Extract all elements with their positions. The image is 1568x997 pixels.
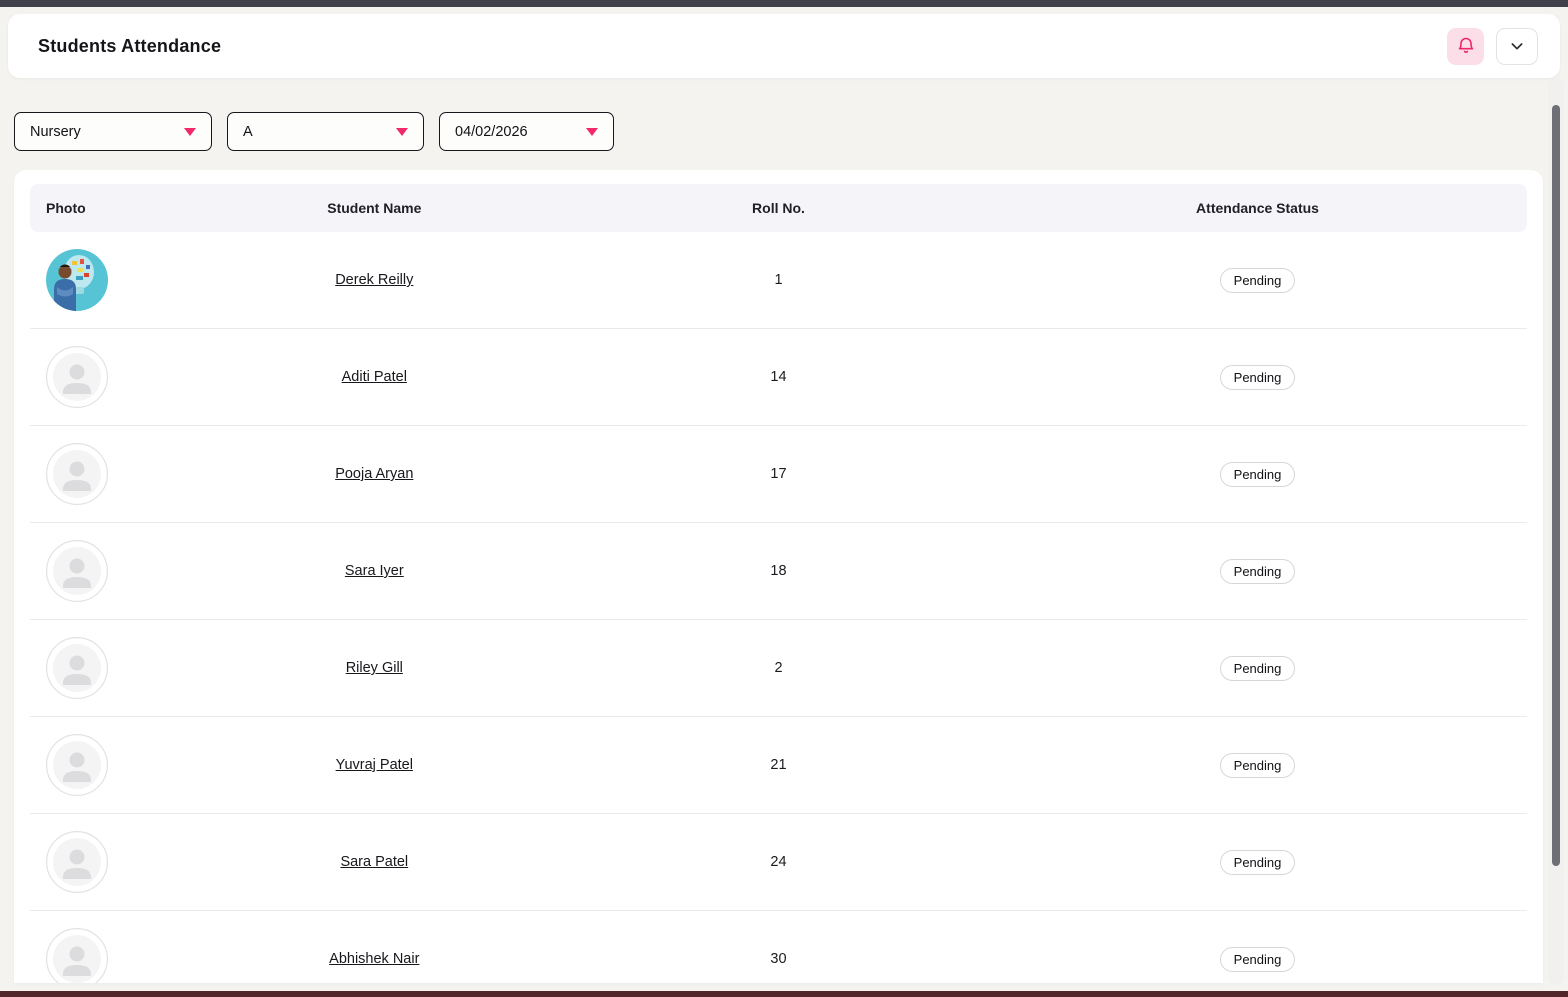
table-row: Derek Reilly 1 Pending bbox=[30, 232, 1527, 329]
class-select-value: Nursery bbox=[30, 124, 81, 140]
status-badge[interactable]: Pending bbox=[1220, 947, 1296, 972]
dropdown-arrow-icon bbox=[586, 128, 598, 136]
photo-cell bbox=[30, 928, 180, 983]
table-row: Pooja Aryan 17 Pending bbox=[30, 426, 1527, 523]
roll-no-cell: 21 bbox=[569, 757, 988, 773]
roll-no-cell: 17 bbox=[569, 466, 988, 482]
photo-cell bbox=[30, 540, 180, 602]
photo-cell bbox=[30, 831, 180, 893]
bell-icon bbox=[1456, 36, 1476, 56]
student-name-cell: Derek Reilly bbox=[180, 272, 569, 288]
avatar-placeholder bbox=[46, 346, 180, 408]
student-name-cell: Aditi Patel bbox=[180, 369, 569, 385]
avatar-placeholder bbox=[46, 831, 180, 893]
avatar-placeholder bbox=[46, 928, 180, 983]
student-name-cell: Riley Gill bbox=[180, 660, 569, 676]
attendance-status-cell: Pending bbox=[988, 365, 1527, 390]
student-name-link[interactable]: Pooja Aryan bbox=[335, 466, 413, 482]
student-name-cell: Yuvraj Patel bbox=[180, 757, 569, 773]
photo-cell bbox=[30, 443, 180, 505]
attendance-status-cell: Pending bbox=[988, 850, 1527, 875]
dropdown-arrow-icon bbox=[184, 128, 196, 136]
avatar-placeholder bbox=[46, 540, 180, 602]
student-name-link[interactable]: Sara Patel bbox=[340, 854, 408, 870]
attendance-status-cell: Pending bbox=[988, 559, 1527, 584]
student-name-link[interactable]: Aditi Patel bbox=[342, 369, 407, 385]
roll-no-cell: 30 bbox=[569, 951, 988, 967]
date-select[interactable]: 04/02/2026 bbox=[439, 112, 614, 151]
table-row: Sara Patel 24 Pending bbox=[30, 814, 1527, 911]
section-select[interactable]: A bbox=[227, 112, 424, 151]
student-name-cell: Sara Iyer bbox=[180, 563, 569, 579]
column-header-roll-no: Roll No. bbox=[569, 200, 988, 216]
attendance-status-cell: Pending bbox=[988, 462, 1527, 487]
table-row: Sara Iyer 18 Pending bbox=[30, 523, 1527, 620]
column-header-attendance-status: Attendance Status bbox=[988, 200, 1527, 216]
collapse-header-button[interactable] bbox=[1496, 28, 1538, 65]
student-name-link[interactable]: Yuvraj Patel bbox=[336, 757, 413, 773]
dropdown-arrow-icon bbox=[396, 128, 408, 136]
roll-no-cell: 18 bbox=[569, 563, 988, 579]
attendance-table: Photo Student Name Roll No. Attendance S… bbox=[14, 170, 1543, 983]
table-row: Riley Gill 2 Pending bbox=[30, 620, 1527, 717]
roll-no-cell: 2 bbox=[569, 660, 988, 676]
page-title: Students Attendance bbox=[38, 36, 221, 57]
status-badge[interactable]: Pending bbox=[1220, 462, 1296, 487]
attendance-status-cell: Pending bbox=[988, 947, 1527, 972]
filter-bar: Nursery A 04/02/2026 bbox=[14, 112, 1568, 151]
avatar-placeholder bbox=[46, 637, 180, 699]
column-header-photo: Photo bbox=[30, 200, 180, 216]
section-select-value: A bbox=[243, 124, 253, 140]
table-row: Yuvraj Patel 21 Pending bbox=[30, 717, 1527, 814]
scrollbar-thumb[interactable] bbox=[1552, 105, 1560, 866]
photo-cell bbox=[30, 346, 180, 408]
student-name-cell: Abhishek Nair bbox=[180, 951, 569, 967]
student-name-cell: Sara Patel bbox=[180, 854, 569, 870]
avatar-placeholder bbox=[46, 734, 180, 796]
bottom-window-bar bbox=[0, 991, 1568, 997]
status-badge[interactable]: Pending bbox=[1220, 559, 1296, 584]
student-photo bbox=[46, 249, 180, 311]
notifications-button[interactable] bbox=[1447, 28, 1484, 65]
chevron-down-icon bbox=[1509, 38, 1525, 54]
top-window-bar bbox=[0, 0, 1568, 7]
scrollbar-track[interactable] bbox=[1548, 78, 1564, 985]
attendance-status-cell: Pending bbox=[988, 656, 1527, 681]
column-header-student-name: Student Name bbox=[180, 200, 569, 216]
photo-cell bbox=[30, 734, 180, 796]
class-select[interactable]: Nursery bbox=[14, 112, 212, 151]
roll-no-cell: 14 bbox=[569, 369, 988, 385]
date-select-value: 04/02/2026 bbox=[455, 124, 528, 140]
attendance-status-cell: Pending bbox=[988, 753, 1527, 778]
photo-cell bbox=[30, 249, 180, 311]
status-badge[interactable]: Pending bbox=[1220, 850, 1296, 875]
student-name-link[interactable]: Abhishek Nair bbox=[329, 951, 419, 967]
student-name-link[interactable]: Sara Iyer bbox=[345, 563, 404, 579]
photo-cell bbox=[30, 637, 180, 699]
roll-no-cell: 24 bbox=[569, 854, 988, 870]
student-name-cell: Pooja Aryan bbox=[180, 466, 569, 482]
status-badge[interactable]: Pending bbox=[1220, 365, 1296, 390]
avatar-placeholder bbox=[46, 443, 180, 505]
table-body: Derek Reilly 1 Pending Aditi Patel 14 Pe… bbox=[30, 232, 1527, 983]
status-badge[interactable]: Pending bbox=[1220, 753, 1296, 778]
page-header: Students Attendance bbox=[8, 14, 1560, 78]
status-badge[interactable]: Pending bbox=[1220, 656, 1296, 681]
table-header-row: Photo Student Name Roll No. Attendance S… bbox=[30, 184, 1527, 232]
student-name-link[interactable]: Riley Gill bbox=[346, 660, 403, 676]
roll-no-cell: 1 bbox=[569, 272, 988, 288]
header-actions bbox=[1447, 28, 1538, 65]
table-row: Aditi Patel 14 Pending bbox=[30, 329, 1527, 426]
status-badge[interactable]: Pending bbox=[1220, 268, 1296, 293]
student-name-link[interactable]: Derek Reilly bbox=[335, 272, 413, 288]
table-row: Abhishek Nair 30 Pending bbox=[30, 911, 1527, 983]
attendance-status-cell: Pending bbox=[988, 268, 1527, 293]
